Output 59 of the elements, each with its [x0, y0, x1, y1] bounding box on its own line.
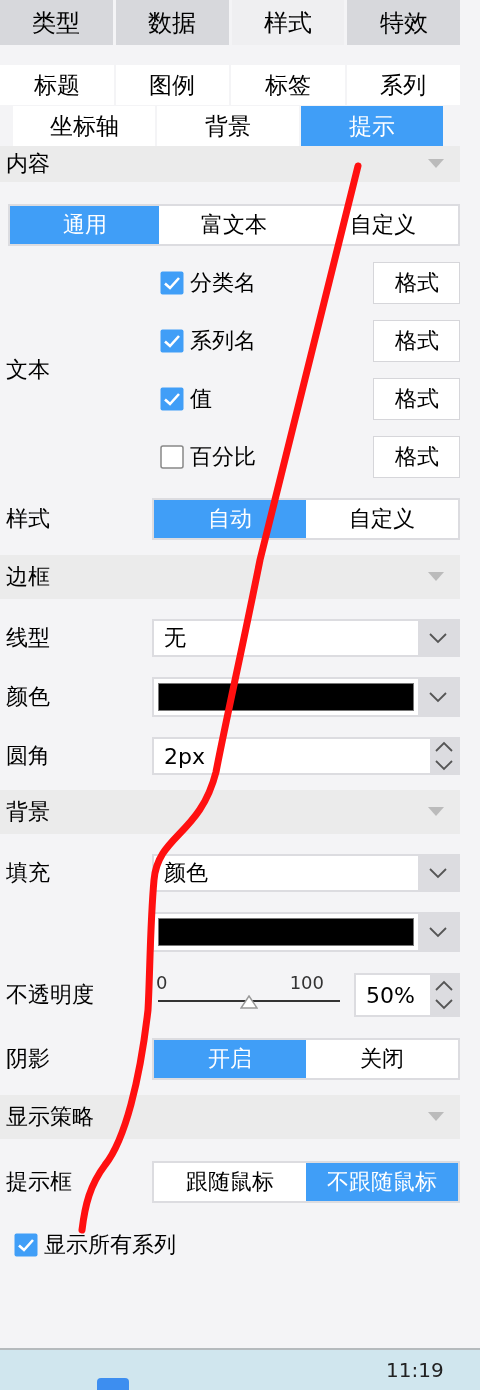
section-title: 边框 [6, 563, 50, 591]
checkbox[interactable] [160, 271, 184, 295]
color-picker[interactable] [152, 677, 460, 717]
main-tab[interactable]: 类型 [0, 0, 113, 45]
chevron-down-icon[interactable] [428, 691, 448, 703]
checkbox[interactable] [160, 329, 184, 353]
field-label: 提示框 [6, 1168, 73, 1196]
section-title: 内容 [6, 150, 50, 178]
chevron-down-icon[interactable] [428, 867, 448, 879]
slider-thumb[interactable] [240, 995, 258, 1009]
checkbox-label: 百分比 [190, 443, 257, 471]
slider-max-label: 100 [289, 972, 324, 993]
collapse-triangle-icon [428, 1112, 444, 1122]
field-label: 颜色 [6, 683, 51, 711]
number-field[interactable]: 50% [354, 973, 460, 1017]
sub-tab[interactable]: 背景 [157, 106, 299, 146]
field-label: 阴影 [6, 1045, 51, 1073]
field-label: 填充 [6, 859, 51, 887]
checkbox-label: 系列名 [190, 327, 257, 355]
checkbox[interactable] [14, 1233, 38, 1257]
collapse-triangle-icon [428, 159, 444, 169]
checkbox[interactable] [160, 387, 184, 411]
section-header[interactable]: 背景 [0, 790, 460, 834]
number-field[interactable]: 2px [152, 737, 460, 775]
sub-tab[interactable]: 图例 [115, 65, 229, 105]
dropdown-field[interactable]: 无 [152, 619, 460, 657]
section-header[interactable]: 显示策略 [0, 1095, 460, 1139]
collapse-triangle-icon [428, 807, 444, 817]
checkbox-label: 值 [190, 385, 213, 413]
format-button[interactable]: 格式 [373, 262, 460, 304]
field-label: 样式 [6, 505, 51, 533]
dropdown-field[interactable]: 颜色 [152, 854, 460, 892]
main-tab[interactable]: 数据 [115, 0, 229, 45]
section-header[interactable]: 内容 [0, 146, 460, 182]
field-label: 线型 [6, 624, 51, 652]
main-tab[interactable]: 样式 [231, 0, 345, 45]
chevron-down-icon[interactable] [428, 632, 448, 644]
section-title: 背景 [6, 798, 50, 826]
chevron-down-icon[interactable] [428, 926, 448, 938]
slider-min-label: 0 [156, 972, 168, 993]
sub-tab[interactable]: 系列 [346, 65, 460, 105]
checkbox-label: 显示所有系列 [44, 1231, 176, 1259]
checkbox-label: 分类名 [190, 269, 257, 297]
sub-tab[interactable]: 标题 [0, 65, 114, 105]
main-tab[interactable]: 特效 [347, 0, 460, 45]
field-label: 文本 [6, 356, 51, 384]
section-title: 显示策略 [6, 1103, 94, 1131]
sub-tab[interactable]: 坐标轴 [13, 106, 155, 146]
format-button[interactable]: 格式 [373, 436, 460, 478]
checkbox[interactable] [160, 445, 184, 469]
field-label: 圆角 [6, 742, 51, 770]
format-button[interactable]: 格式 [373, 378, 460, 420]
format-button[interactable]: 格式 [373, 320, 460, 362]
section-header[interactable]: 边框 [0, 555, 460, 599]
field-label: 不透明度 [6, 981, 95, 1009]
color-picker[interactable] [152, 912, 460, 952]
collapse-triangle-icon [428, 572, 444, 582]
clock-time: 11:19 [386, 1358, 444, 1382]
sub-tab[interactable]: 标签 [231, 65, 345, 105]
